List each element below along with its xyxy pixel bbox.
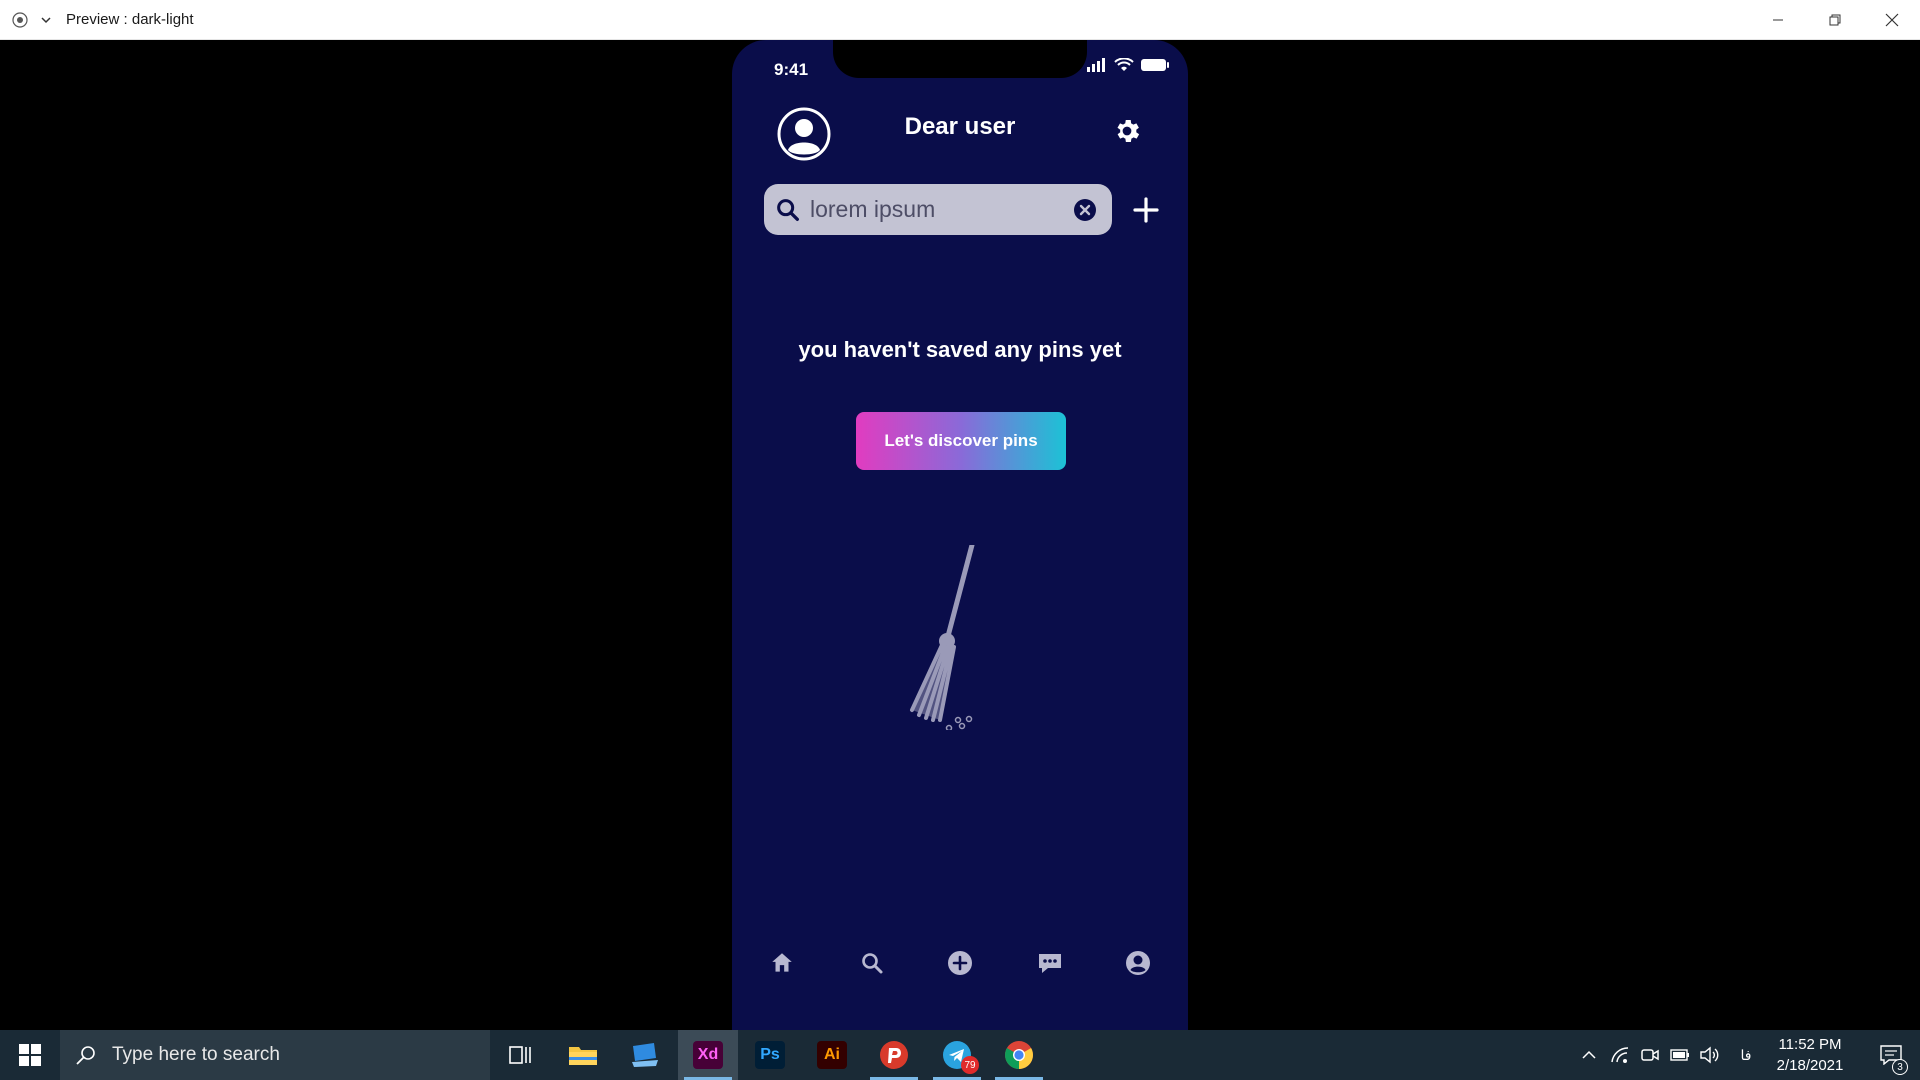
- taskbar-clock[interactable]: 11:52 PM 2/18/2021: [1760, 1034, 1860, 1076]
- windows-logo-icon: [19, 1044, 41, 1066]
- telegram-icon[interactable]: 79: [927, 1030, 987, 1080]
- clear-icon[interactable]: [1072, 197, 1098, 223]
- show-hidden-icons-chevron-icon[interactable]: [1578, 1030, 1600, 1080]
- action-center-icon[interactable]: 3: [1866, 1030, 1916, 1080]
- clock-time: 11:52 PM: [1778, 1036, 1842, 1053]
- task-view-icon[interactable]: [490, 1030, 550, 1080]
- nav-search-icon[interactable]: [854, 945, 890, 981]
- xd-logo: Xd: [693, 1041, 723, 1069]
- signal-icon: [1087, 58, 1105, 72]
- record-icon[interactable]: [10, 10, 30, 30]
- start-button[interactable]: [0, 1030, 60, 1080]
- notification-count: 3: [1892, 1059, 1908, 1075]
- volume-icon[interactable]: [1697, 1030, 1721, 1080]
- psiphon-icon[interactable]: [864, 1030, 924, 1080]
- taskbar: Type here to search Xd Ps Ai 79 فا 11:52…: [0, 1030, 1920, 1080]
- ai-logo: Ai: [817, 1041, 847, 1069]
- nav-profile-icon[interactable]: [1120, 945, 1156, 981]
- phone-notch: [833, 40, 1087, 78]
- adobe-xd-icon[interactable]: Xd: [678, 1030, 738, 1080]
- illustrator-icon[interactable]: Ai: [802, 1030, 862, 1080]
- wifi-icon: [1114, 58, 1134, 71]
- nav-add-circle-icon[interactable]: [942, 945, 978, 981]
- plus-icon: [1133, 197, 1159, 223]
- window-title: Preview : dark-light: [66, 11, 194, 28]
- clock-date: 2/18/2021: [1776, 1057, 1844, 1074]
- search-icon: [76, 1046, 95, 1065]
- meet-now-icon[interactable]: [1638, 1030, 1662, 1080]
- window-title-bar: Preview : dark-light: [0, 0, 1920, 40]
- bottom-nav: [732, 945, 1188, 995]
- search-input[interactable]: [810, 196, 1050, 223]
- gear-icon[interactable]: [1112, 116, 1142, 146]
- battery-tray-icon[interactable]: [1668, 1030, 1692, 1080]
- telegram-badge: 79: [961, 1056, 979, 1074]
- nav-home-icon[interactable]: [764, 945, 800, 981]
- broom-icon: [902, 542, 1002, 732]
- nav-chat-icon[interactable]: [1032, 945, 1068, 981]
- search-icon: [777, 198, 799, 221]
- remote-desktop-icon[interactable]: [615, 1030, 675, 1080]
- preview-canvas: 9:41 Dear user you haven't saved any pin…: [0, 40, 1920, 1030]
- file-explorer-icon[interactable]: [553, 1030, 613, 1080]
- status-time: 9:41: [774, 60, 809, 79]
- restore-button[interactable]: [1806, 0, 1863, 40]
- discover-pins-button[interactable]: Let's discover pins: [856, 412, 1066, 470]
- network-icon[interactable]: [1608, 1030, 1632, 1080]
- taskbar-search-placeholder: Type here to search: [112, 1044, 280, 1065]
- ps-logo: Ps: [755, 1041, 785, 1069]
- empty-state-message: you haven't saved any pins yet: [798, 337, 1122, 362]
- search-bar[interactable]: [764, 184, 1112, 235]
- close-button[interactable]: [1863, 0, 1920, 40]
- minimize-button[interactable]: [1749, 0, 1806, 40]
- status-icons: [1086, 58, 1170, 72]
- photoshop-icon[interactable]: Ps: [740, 1030, 800, 1080]
- add-button[interactable]: [1125, 189, 1167, 231]
- battery-icon: [1141, 59, 1169, 71]
- phone-screen: 9:41 Dear user you haven't saved any pin…: [732, 40, 1188, 1030]
- chrome-icon[interactable]: [989, 1030, 1049, 1080]
- taskbar-search-box[interactable]: Type here to search: [60, 1030, 490, 1080]
- language-indicator[interactable]: فا: [1734, 1030, 1758, 1080]
- chevron-down-icon[interactable]: [36, 10, 56, 30]
